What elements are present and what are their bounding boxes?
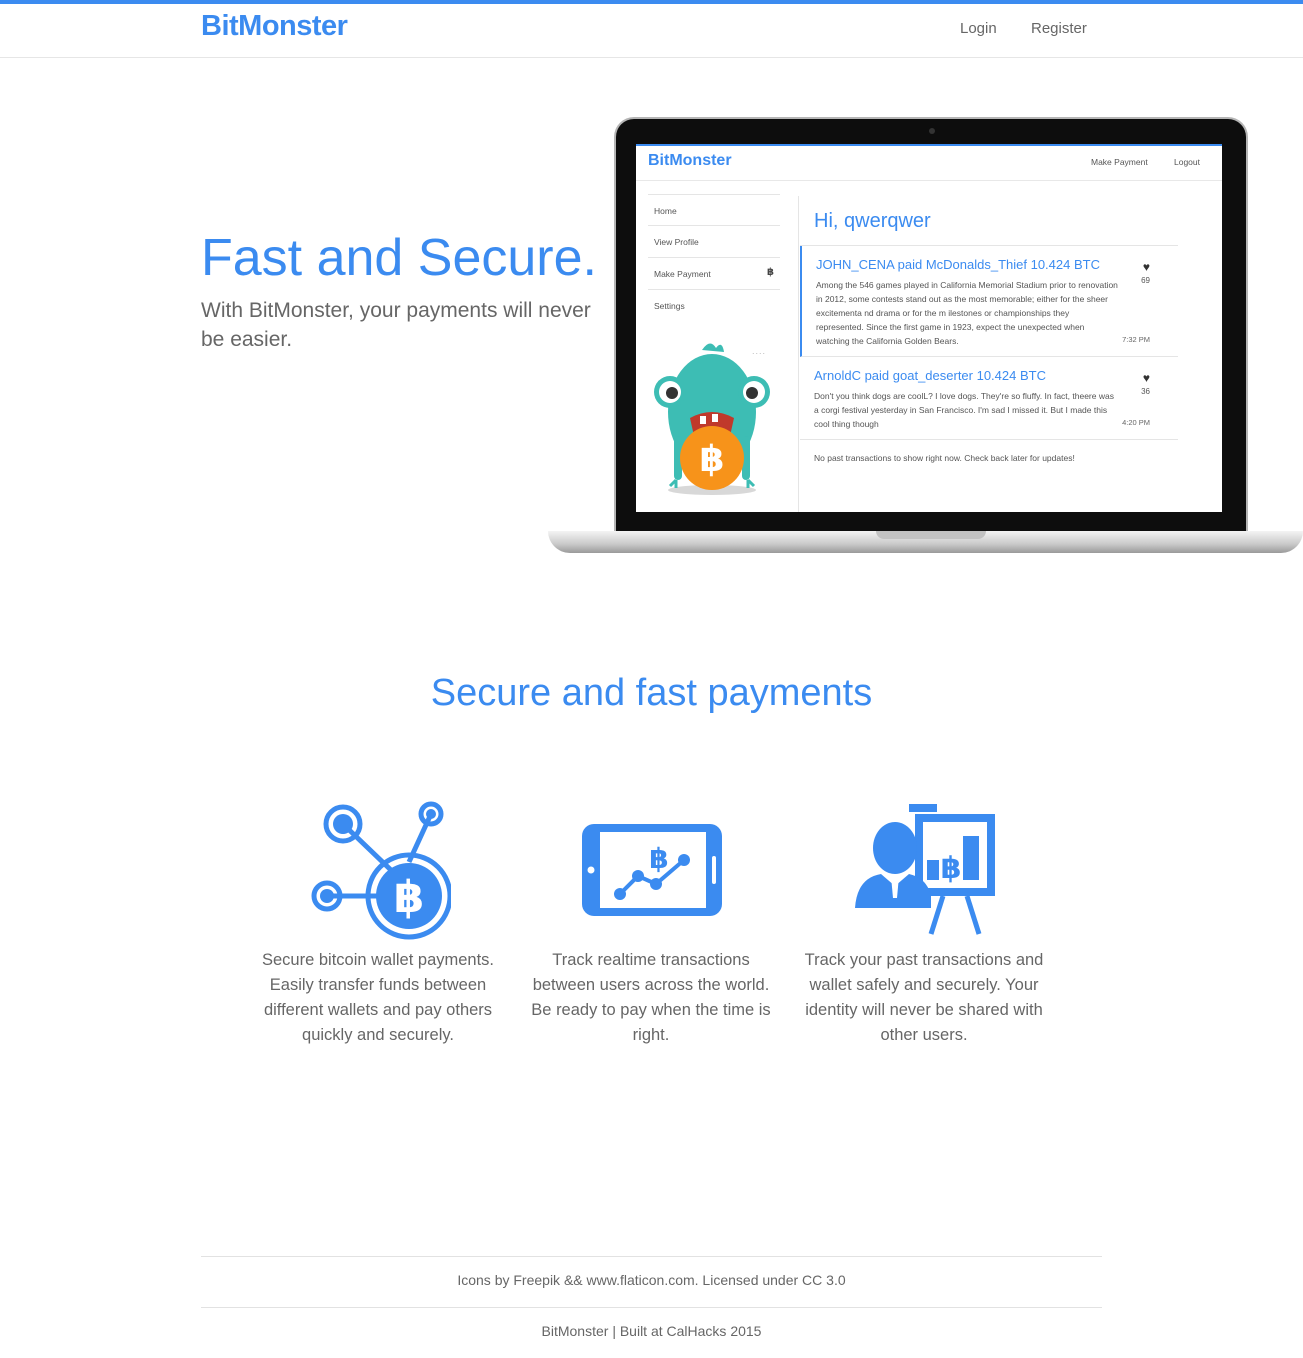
mockup-make-payment-link: Make Payment — [1091, 157, 1148, 167]
feature-card-history: ฿ Track your past transactions and walle… — [797, 800, 1051, 1048]
mockup-header-divider — [636, 180, 1222, 181]
mockup-greeting: Hi, qwerqwer — [800, 196, 1178, 246]
heart-icon: ♥ — [1142, 260, 1150, 274]
svg-text:฿: ฿ — [941, 851, 962, 886]
feature-card-wallet: ฿ Secure bitcoin wallet payments. Easily… — [251, 800, 505, 1048]
mockup-menu-make-payment-label: Make Payment — [654, 269, 711, 279]
mockup-menu-view-profile: View Profile — [648, 226, 780, 258]
monster-mascot-icon: ฿ — [654, 343, 770, 495]
bitcoin-icon: ฿ — [767, 267, 774, 278]
feature-description: Track your past transactions and wallet … — [804, 951, 1044, 1044]
svg-text:฿: ฿ — [649, 842, 668, 875]
hero-title: Fast and Secure. — [201, 229, 597, 287]
tablet-chart-icon: ฿ — [582, 824, 722, 916]
register-link[interactable]: Register — [1031, 20, 1087, 37]
mockup-post-body: Don't you think dogs are coolL? I love d… — [814, 391, 1114, 429]
mockup-empty-note: No past transactions to show right now. … — [814, 453, 1075, 463]
feature-card-realtime: ฿ Track realtime transactions between us… — [524, 800, 778, 1048]
mockup-post-time: 7:32 PM — [1122, 335, 1150, 344]
mockup-logout-link: Logout — [1174, 157, 1200, 167]
laptop-notch — [876, 531, 986, 539]
mockup-post: ArnoldC paid goat_deserter 10.424 BTC Do… — [800, 357, 1178, 440]
svg-text:฿: ฿ — [394, 872, 425, 923]
laptop-camera — [929, 128, 935, 134]
mockup-post-time: 4:20 PM — [1122, 418, 1150, 427]
mockup-like-count: 69 — [1141, 276, 1150, 285]
heart-icon: ♥ — [1142, 371, 1150, 385]
mockup-menu-make-payment: Make Payment ฿ — [648, 258, 780, 290]
svg-text:฿: ฿ — [699, 439, 724, 480]
mockup-menu-settings: Settings — [654, 301, 685, 311]
features-title: Secure and fast payments — [430, 672, 873, 714]
top-navbar: BitMonster Login Register — [0, 0, 1303, 58]
mockup-post-title: ArnoldC paid goat_deserter 10.424 BTC — [814, 368, 1046, 383]
mockup-feed: Hi, qwerqwer JOHN_CENA paid McDonalds_Th… — [800, 196, 1178, 476]
mockup-brand: BitMonster — [648, 152, 732, 169]
mockup-sidebar-menu: Home View Profile Make Payment ฿ Setting… — [648, 194, 780, 322]
hero-subtitle: With BitMonster, your payments will neve… — [201, 299, 591, 351]
login-link[interactable]: Login — [960, 20, 997, 37]
footer-credits: Icons by Freepik && www.flaticon.com. Li… — [457, 1272, 846, 1288]
footer-divider — [201, 1307, 1102, 1308]
brand-logo[interactable]: BitMonster — [201, 10, 348, 43]
mockup-post: JOHN_CENA paid McDonalds_Thief 10.424 BT… — [800, 246, 1178, 357]
app-screenshot: BitMonster Make Payment Logout Home View… — [636, 144, 1222, 512]
bitcoin-network-icon: ฿ — [311, 801, 451, 940]
mockup-menu-home: Home — [648, 194, 780, 226]
footer-divider — [201, 1256, 1102, 1257]
feature-description: Track realtime transactions between user… — [531, 951, 771, 1044]
mockup-column-divider — [798, 196, 799, 512]
presentation-icon: ฿ — [855, 804, 995, 935]
feature-description: Secure bitcoin wallet payments. Easily t… — [261, 951, 495, 1044]
mockup-post-title: JOHN_CENA paid McDonalds_Thief 10.424 BT… — [816, 257, 1100, 272]
mockup-like-count: 36 — [1141, 387, 1150, 396]
mockup-post-body: Among the 546 games played in California… — [816, 280, 1118, 346]
footer-built-note: BitMonster | Built at CalHacks 2015 — [541, 1323, 762, 1339]
